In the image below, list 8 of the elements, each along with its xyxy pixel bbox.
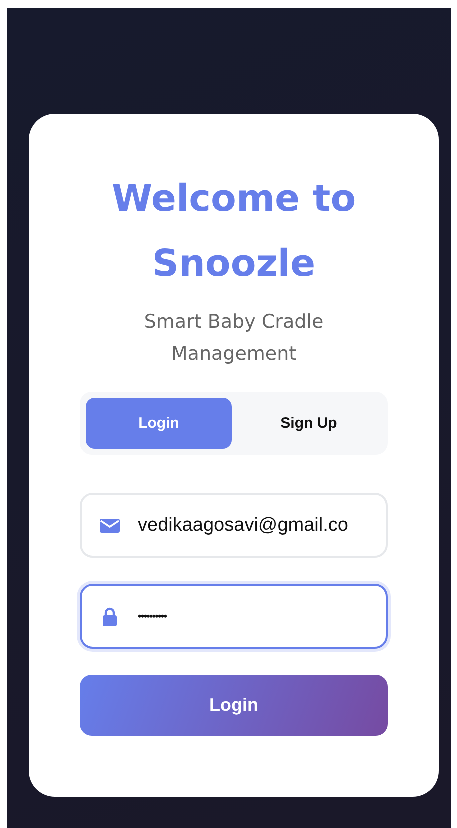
welcome-title: Welcome to Snoozle (110, 176, 358, 287)
login-button[interactable]: Login (80, 675, 388, 736)
tab[interactable]: Sign Up (236, 398, 382, 449)
subtitle: Smart Baby Cradle Management (143, 310, 325, 367)
password-field[interactable]: •••••••••• (80, 584, 388, 649)
tab[interactable]: Login (86, 398, 232, 449)
lock-icon (100, 606, 120, 626)
email-field[interactable]: vedikaagosavi@gmail.co (80, 493, 388, 558)
